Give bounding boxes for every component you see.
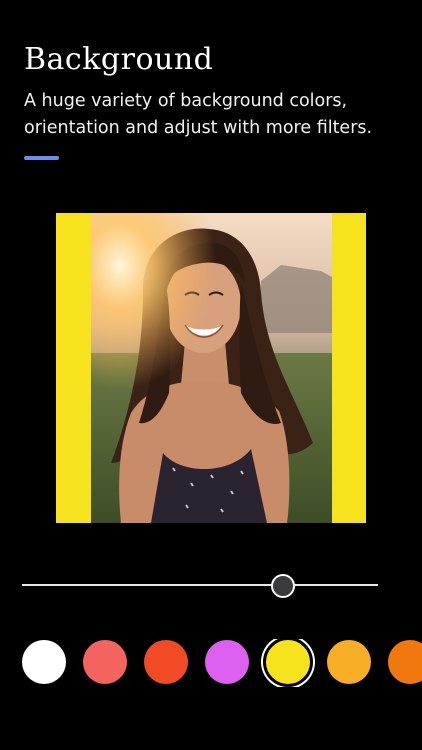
color-swatch-white[interactable] (22, 640, 66, 684)
page-indicator (24, 156, 59, 160)
page-title: Background (24, 42, 214, 77)
slider-track[interactable] (22, 584, 378, 586)
color-swatch-coral[interactable] (83, 640, 127, 684)
color-swatch-orange[interactable] (388, 640, 422, 684)
color-swatch-row (22, 639, 422, 687)
color-swatch-amber[interactable] (327, 640, 371, 684)
color-swatch-yellow[interactable] (263, 639, 313, 687)
page-description: A huge variety of background colors, ori… (24, 91, 373, 138)
color-swatch-violet[interactable] (205, 640, 249, 684)
preview-photo (91, 213, 332, 523)
adjustment-slider[interactable] (22, 571, 378, 599)
background-preview-canvas (56, 213, 366, 523)
color-swatch-red-orange[interactable] (144, 640, 188, 684)
slider-thumb[interactable] (270, 574, 295, 598)
